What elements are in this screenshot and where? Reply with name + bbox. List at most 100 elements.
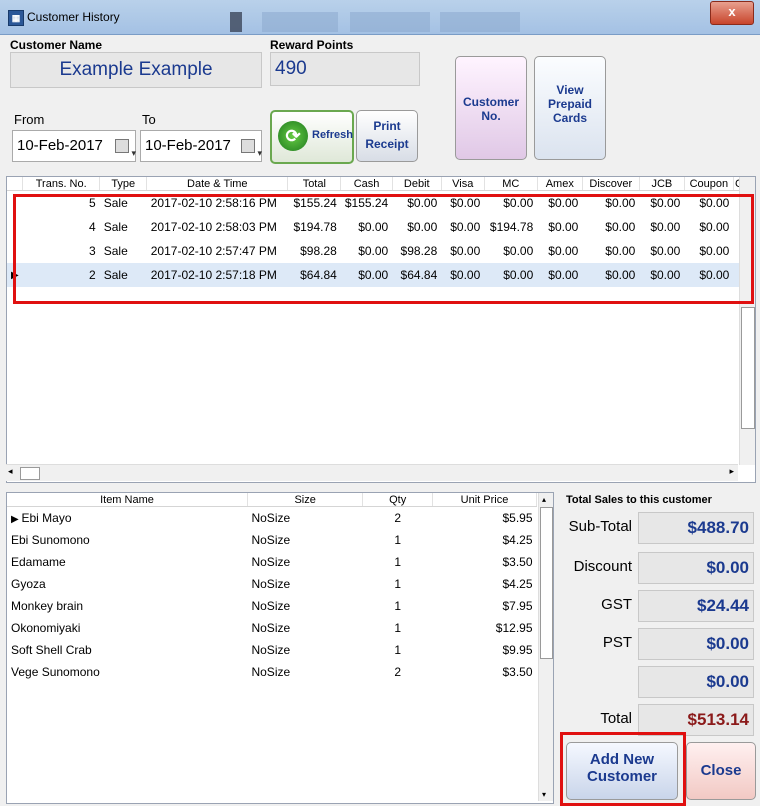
to-date-value: 10-Feb-2017: [145, 137, 231, 154]
window-title: Customer History: [27, 10, 120, 24]
item-price: $5.95: [502, 511, 533, 525]
reward-points-field: 490: [270, 52, 420, 86]
subtotal-label: Sub-Total: [568, 518, 632, 535]
column-header[interactable]: Debit: [392, 177, 442, 191]
item-size: NoSize: [251, 643, 291, 657]
total-label: Total: [600, 710, 632, 727]
item-qty: 1: [394, 621, 402, 635]
from-date-picker[interactable]: 10-Feb-2017 ▾: [12, 130, 136, 162]
refresh-button[interactable]: ⟳ Refresh: [270, 110, 354, 164]
list-item[interactable]: Edamame NoSize 1 $3.50: [7, 551, 537, 573]
window-close-button[interactable]: x: [710, 1, 754, 25]
scroll-left-icon[interactable]: ◂: [8, 466, 13, 477]
item-name: Gyoza: [11, 577, 46, 591]
column-header[interactable]: Coupon: [684, 177, 734, 191]
item-qty: 1: [394, 643, 402, 657]
item-name: Ebi Sunomono: [11, 533, 90, 547]
view-prepaid-cards-button[interactable]: View Prepaid Cards: [534, 56, 606, 160]
item-name: Vege Sunomono: [11, 665, 100, 679]
column-header[interactable]: Size: [247, 493, 364, 507]
highlight-box-add-customer: [560, 732, 686, 806]
item-qty: 2: [394, 511, 402, 525]
to-label: To: [142, 112, 156, 127]
list-item[interactable]: Monkey brain NoSize 1 $7.95: [7, 595, 537, 617]
from-label: From: [14, 112, 45, 127]
list-item[interactable]: Ebi Sunomono NoSize 1 $4.25: [7, 529, 537, 551]
items-table: Item Name Size Qty Unit Price ▶ Ebi Mayo…: [7, 493, 537, 683]
item-qty: 2: [394, 665, 402, 679]
scrollbar-thumb[interactable]: [540, 507, 553, 659]
scrollbar-thumb[interactable]: [20, 467, 40, 480]
extra-value: $0.00: [638, 666, 754, 698]
from-date-value: 10-Feb-2017: [17, 137, 103, 154]
background-window-fragment: [230, 12, 242, 32]
column-header[interactable]: Date & Time: [146, 177, 289, 191]
item-name-text: Ebi Mayo: [21, 511, 72, 525]
prepaid-label-line1: View: [556, 83, 584, 97]
background-window-fragment: [350, 12, 430, 32]
item-name: Monkey brain: [11, 599, 84, 613]
item-size: NoSize: [251, 555, 291, 569]
customer-name-label: Customer Name: [10, 38, 103, 52]
close-button[interactable]: Close: [686, 742, 756, 800]
item-size: NoSize: [251, 665, 291, 679]
item-qty: 1: [394, 599, 402, 613]
item-qty: 1: [394, 577, 402, 591]
customer-no-button[interactable]: Customer No.: [455, 56, 527, 160]
gst-label: GST: [601, 596, 632, 613]
refresh-label: Refresh: [312, 129, 353, 141]
scrollbar-thumb[interactable]: [741, 307, 755, 429]
column-header[interactable]: Qty: [362, 493, 434, 507]
pst-value: $0.00: [638, 628, 754, 660]
discount-label: Discount: [573, 558, 632, 575]
prepaid-label-line3: Cards: [552, 111, 587, 125]
print-receipt-label-line2: Receipt: [365, 137, 409, 151]
column-header[interactable]: JCB: [639, 177, 685, 191]
item-qty: 1: [394, 555, 402, 569]
column-header[interactable]: Trans. No.: [22, 177, 101, 191]
app-icon: ▦: [8, 10, 24, 26]
column-header[interactable]: Amex: [537, 177, 583, 191]
scroll-up-icon[interactable]: ▴: [542, 495, 546, 504]
column-header[interactable]: Cash: [340, 177, 393, 191]
item-name: Okonomiyaki: [11, 621, 81, 635]
background-window-fragment: [440, 12, 520, 32]
item-size: NoSize: [251, 577, 291, 591]
customer-no-label-line2: No.: [481, 109, 501, 123]
pst-label: PST: [602, 634, 632, 651]
to-date-picker[interactable]: 10-Feb-2017 ▾: [140, 130, 262, 162]
title-bar: ▦ Customer History x: [0, 0, 760, 35]
calendar-icon[interactable]: ▾: [115, 139, 136, 158]
list-item[interactable]: Okonomiyaki NoSize 1 $12.95: [7, 617, 537, 639]
item-size: NoSize: [251, 511, 291, 525]
item-price: $7.95: [502, 599, 533, 613]
row-indicator-header: [7, 177, 24, 191]
column-header[interactable]: Item Name: [7, 493, 248, 507]
refresh-icon: ⟳: [278, 121, 308, 151]
scroll-down-icon[interactable]: ▾: [542, 790, 546, 799]
column-header[interactable]: Total: [287, 177, 342, 191]
item-name: Edamame: [11, 555, 66, 569]
highlight-box-transactions: [13, 194, 754, 304]
column-header[interactable]: Visa: [441, 177, 485, 191]
print-receipt-button[interactable]: Print Receipt: [356, 110, 418, 162]
list-item[interactable]: Soft Shell Crab NoSize 1 $9.95: [7, 639, 537, 661]
item-price: $3.50: [502, 665, 533, 679]
list-item[interactable]: Vege Sunomono NoSize 2 $3.50: [7, 661, 537, 683]
subtotal-value: $488.70: [638, 512, 754, 544]
transactions-horizontal-scrollbar[interactable]: ◂ ▸: [6, 464, 738, 481]
item-name: Soft Shell Crab: [11, 643, 92, 657]
calendar-icon[interactable]: ▾: [241, 139, 262, 158]
list-item[interactable]: Gyoza NoSize 1 $4.25: [7, 573, 537, 595]
items-grid[interactable]: Item Name Size Qty Unit Price ▶ Ebi Mayo…: [6, 492, 554, 804]
column-header[interactable]: Type: [99, 177, 148, 191]
item-price: $12.95: [495, 621, 533, 635]
items-vertical-scrollbar[interactable]: ▴ ▾: [538, 493, 553, 801]
gst-value: $24.44: [638, 590, 754, 622]
list-item[interactable]: ▶ Ebi Mayo NoSize 2 $5.95: [7, 507, 537, 530]
column-header[interactable]: Unit Price: [432, 493, 537, 507]
column-header[interactable]: Discover: [582, 177, 640, 191]
row-pointer-icon: ▶: [11, 514, 22, 525]
scroll-right-icon[interactable]: ▸: [729, 466, 734, 477]
column-header[interactable]: MC: [484, 177, 538, 191]
